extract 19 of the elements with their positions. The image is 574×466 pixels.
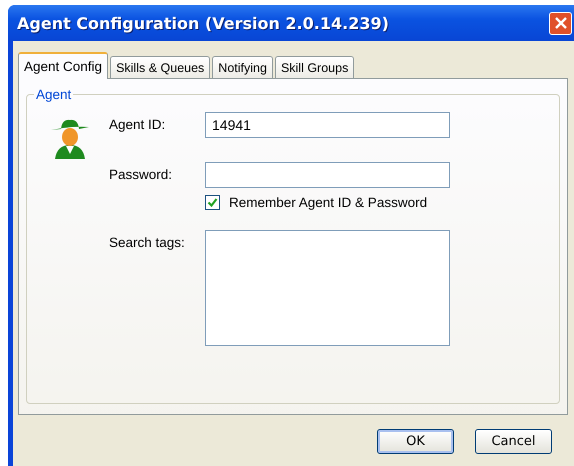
agent-id-field[interactable]: 14941 — [205, 112, 450, 138]
close-icon — [554, 16, 568, 30]
dialog-button[interactable]: OK — [377, 429, 454, 454]
tab[interactable]: Notifying — [212, 56, 273, 78]
field-label: Search tags: — [109, 234, 186, 250]
tab[interactable]: Agent Config — [18, 52, 108, 79]
window-title: Agent Configuration (Version 2.0.14.239) — [17, 14, 389, 32]
password-field[interactable] — [205, 162, 450, 188]
close-button[interactable] — [549, 12, 572, 34]
checkbox[interactable] — [205, 195, 220, 210]
tab[interactable]: Skills & Queues — [110, 56, 210, 78]
check-icon — [207, 197, 218, 208]
checkbox-label: Remember Agent ID & Password — [229, 195, 428, 210]
group-title: Agent — [35, 87, 72, 102]
tab[interactable]: Skill Groups — [274, 56, 354, 78]
field-label: Agent ID: — [109, 116, 166, 132]
field-label: Password: — [109, 166, 174, 182]
search-tags-field[interactable] — [205, 230, 450, 346]
dialog-button[interactable]: Cancel — [475, 429, 552, 454]
